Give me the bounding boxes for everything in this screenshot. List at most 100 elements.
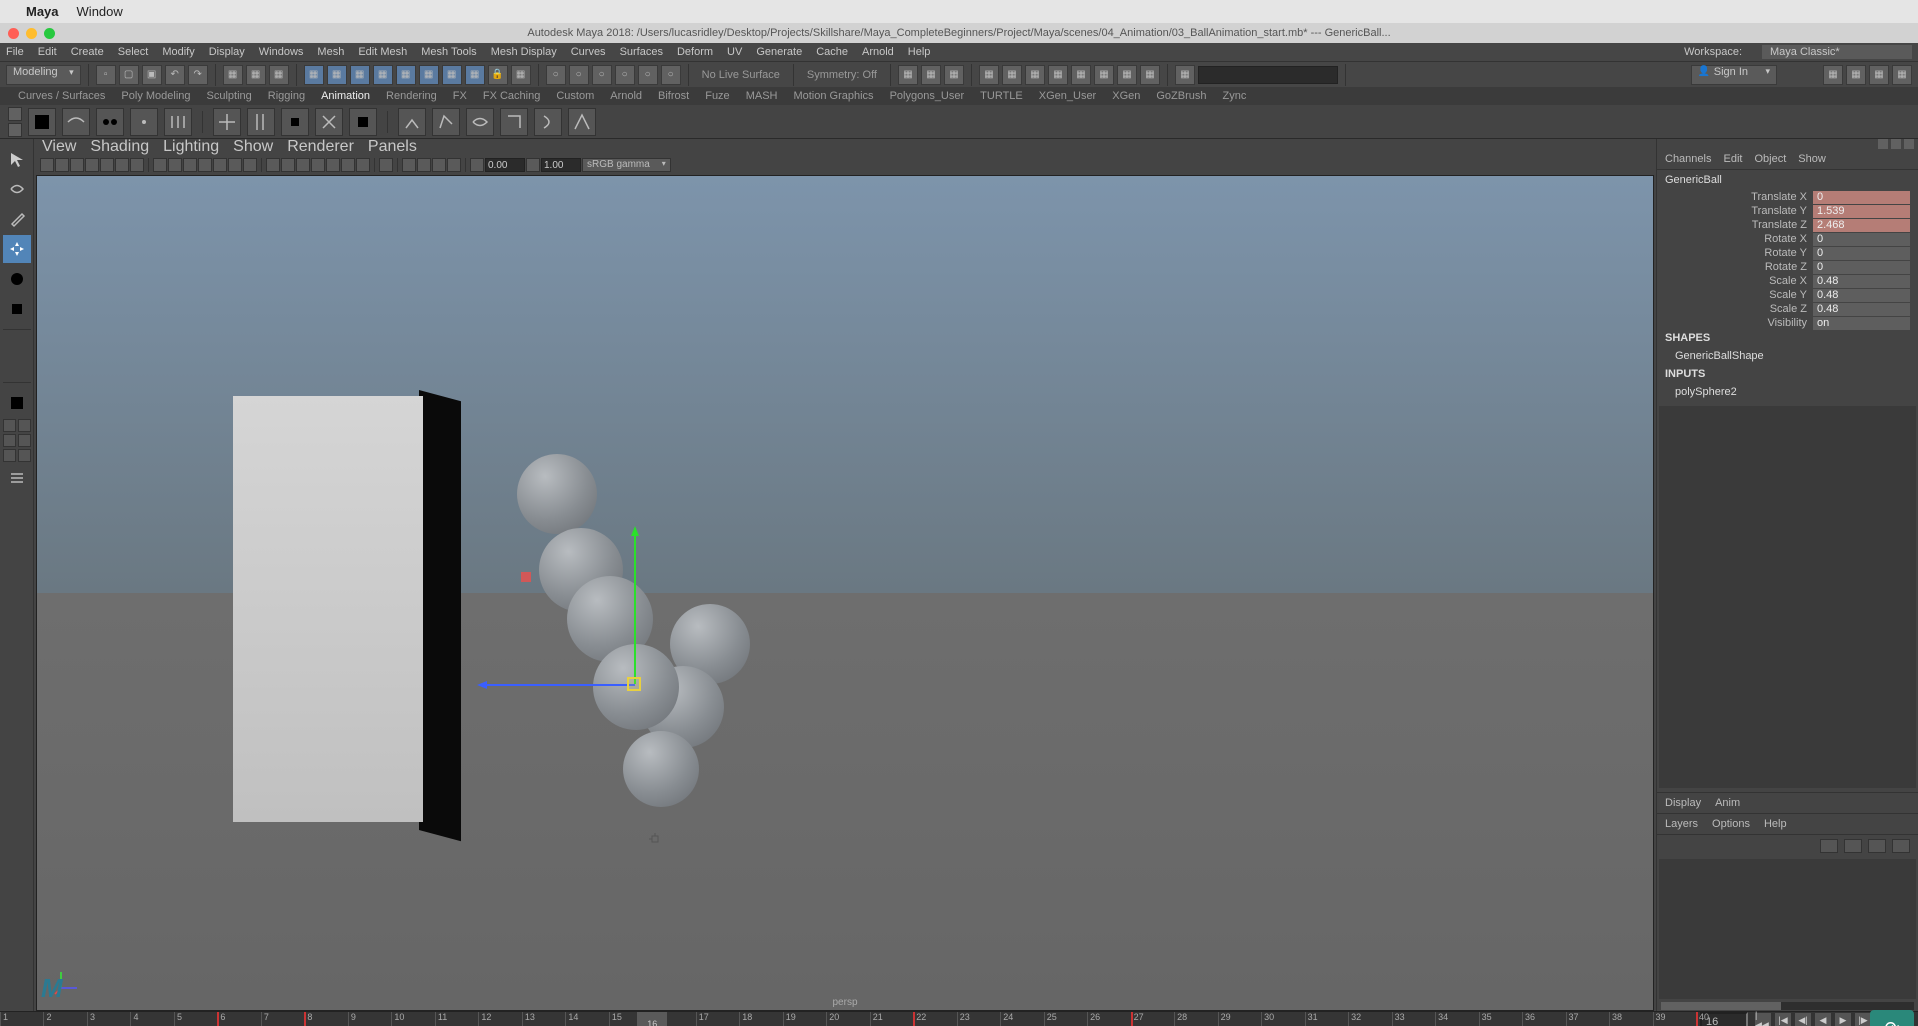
snap-projcenter-button[interactable]: ○	[615, 65, 635, 85]
menu-meshdisplay[interactable]: Mesh Display	[491, 46, 557, 58]
manip-center-handle[interactable]	[627, 677, 641, 691]
scale-tool[interactable]	[3, 295, 31, 323]
shelf-ghost-button[interactable]	[28, 108, 56, 136]
mask-render-button[interactable]: ▦	[442, 65, 462, 85]
attr-label[interactable]: Translate Z	[1665, 219, 1813, 231]
2dpanzoom-icon[interactable]	[115, 158, 129, 172]
output-button[interactable]: ▦	[944, 65, 964, 85]
ipr-button[interactable]: ▦	[1025, 65, 1045, 85]
lock-selection-button[interactable]: 🔒	[488, 65, 508, 85]
lights-icon[interactable]	[311, 158, 325, 172]
hypershade-button[interactable]: ▦	[1071, 65, 1091, 85]
layerpanel-tab-anim[interactable]: Anim	[1715, 797, 1740, 809]
outliner-button[interactable]	[3, 464, 31, 492]
shelf-toggle-icon[interactable]	[8, 107, 22, 121]
wireframe-icon[interactable]	[266, 158, 280, 172]
menu-generate[interactable]: Generate	[756, 46, 802, 58]
shelf-dynconstraint-button[interactable]	[96, 108, 124, 136]
greasepencil-icon[interactable]	[130, 158, 144, 172]
shelf-tab[interactable]: GoZBrush	[1156, 90, 1206, 102]
select-hierarchy-button[interactable]: ▦	[223, 65, 243, 85]
timeline-current-indicator[interactable]: 16	[637, 1012, 667, 1026]
cb-tab-object[interactable]: Object	[1754, 153, 1786, 165]
menu-uv[interactable]: UV	[727, 46, 742, 58]
playback-reverse-button[interactable]: ◀	[1814, 1012, 1832, 1026]
attr-value[interactable]: 0	[1813, 261, 1910, 274]
mask-joint-button[interactable]: ▦	[327, 65, 347, 85]
toolsettings-toggle-icon[interactable]	[1904, 139, 1914, 149]
light-editor-button[interactable]: ▦	[1094, 65, 1114, 85]
shelf-parentconstraint-button[interactable]	[432, 108, 460, 136]
live-surface-label[interactable]: No Live Surface	[702, 69, 780, 81]
layerpanel-menu-layers[interactable]: Layers	[1665, 818, 1698, 830]
move-tool[interactable]	[3, 235, 31, 263]
playback-prevkey-button[interactable]: |◀	[1774, 1012, 1792, 1026]
shape-node[interactable]: GenericBallShape	[1657, 346, 1918, 366]
signin-button[interactable]: Sign In	[1691, 65, 1777, 85]
manip-x-axis[interactable]	[485, 684, 635, 686]
shelf-tab[interactable]: Rigging	[268, 90, 305, 102]
exposure-icon[interactable]	[470, 158, 484, 172]
layerpanel-tab-display[interactable]: Display	[1665, 797, 1701, 809]
menu-windows[interactable]: Windows	[259, 46, 304, 58]
attr-value[interactable]: 0	[1813, 247, 1910, 260]
camera-attr-icon[interactable]	[70, 158, 84, 172]
attr-label[interactable]: Visibility	[1665, 317, 1813, 329]
input-button[interactable]: ▦	[921, 65, 941, 85]
ao-icon[interactable]	[341, 158, 355, 172]
attr-value[interactable]: 0.48	[1813, 275, 1910, 288]
shelf-motiontrail-button[interactable]	[62, 108, 90, 136]
shelf-tab[interactable]: Animation	[321, 90, 370, 102]
xrayactive-icon[interactable]	[432, 158, 446, 172]
safeaction-icon[interactable]	[228, 158, 242, 172]
layer-list[interactable]	[1659, 859, 1916, 999]
attr-label[interactable]: Rotate X	[1665, 233, 1813, 245]
shelf-tab[interactable]: Custom	[556, 90, 594, 102]
close-icon[interactable]	[8, 28, 19, 39]
layout-four-button[interactable]	[18, 419, 31, 432]
panel-menu-view[interactable]: View	[42, 138, 76, 156]
select-object-button[interactable]: ▦	[246, 65, 266, 85]
ruler-button[interactable]: ▦	[1175, 65, 1195, 85]
shelf-setkey-button[interactable]	[213, 108, 241, 136]
attr-value[interactable]: 2.468	[1813, 219, 1910, 232]
panel-menu-show[interactable]: Show	[233, 138, 273, 156]
motionblur-icon[interactable]	[356, 158, 370, 172]
cb-tab-edit[interactable]: Edit	[1723, 153, 1742, 165]
camera-lock-icon[interactable]	[55, 158, 69, 172]
menu-deform[interactable]: Deform	[677, 46, 713, 58]
menu-modify[interactable]: Modify	[162, 46, 194, 58]
cb-tab-channels[interactable]: Channels	[1665, 153, 1711, 165]
timeline-keyframe[interactable]	[217, 1012, 219, 1026]
shelf-tab[interactable]: Zync	[1223, 90, 1247, 102]
paint-select-tool[interactable]	[3, 205, 31, 233]
attr-value[interactable]: 0	[1813, 233, 1910, 246]
xrayjoints-icon[interactable]	[417, 158, 431, 172]
menu-help[interactable]: Help	[908, 46, 931, 58]
mask-curve-button[interactable]: ▦	[350, 65, 370, 85]
undo-button[interactable]: ↶	[165, 65, 185, 85]
shelf-bake-button[interactable]	[130, 108, 158, 136]
playback-stepback-button[interactable]: ◀|	[1794, 1012, 1812, 1026]
fieldchart-icon[interactable]	[213, 158, 227, 172]
attr-value[interactable]: on	[1813, 317, 1910, 330]
playback-forward-button[interactable]: ▶	[1834, 1012, 1852, 1026]
panel-menu-shading[interactable]: Shading	[90, 138, 149, 156]
shelf-tab[interactable]: FX	[453, 90, 467, 102]
last-tool[interactable]	[3, 389, 31, 417]
shelf-ikhandle-button[interactable]	[398, 108, 426, 136]
shelf-tab[interactable]: FX Caching	[483, 90, 540, 102]
mac-menu-window[interactable]: Window	[77, 4, 123, 19]
textured-icon[interactable]	[296, 158, 310, 172]
shelf-insertkey-button[interactable]	[281, 108, 309, 136]
attr-label[interactable]: Scale Y	[1665, 289, 1813, 301]
layer-newselected-button[interactable]	[1892, 839, 1910, 853]
shelf-tab[interactable]: Curves / Surfaces	[18, 90, 105, 102]
snap-viewplane-button[interactable]: ○	[638, 65, 658, 85]
isolate-icon[interactable]	[379, 158, 393, 172]
snap-grid-button[interactable]: ○	[546, 65, 566, 85]
menu-display[interactable]: Display	[209, 46, 245, 58]
shelf-menu-icon[interactable]	[8, 123, 22, 137]
sidebar-toggle-1[interactable]: ▦	[1823, 65, 1843, 85]
attr-value[interactable]: 0.48	[1813, 289, 1910, 302]
